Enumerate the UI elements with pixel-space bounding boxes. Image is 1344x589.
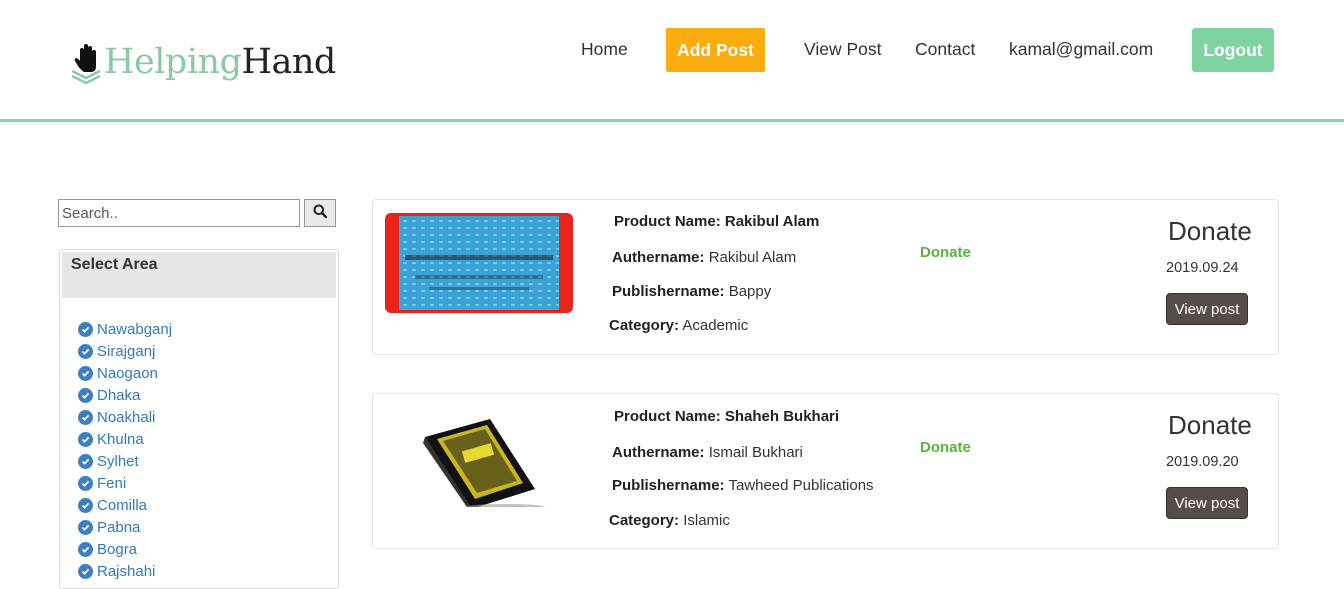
- area-item-noakhali[interactable]: Noakhali: [78, 406, 172, 428]
- post-card: Product Name: Shaheh Bukhari Authername:…: [372, 393, 1279, 549]
- category-label: Category:: [609, 317, 680, 334]
- search-form: [58, 199, 336, 227]
- area-item-label: Pabna: [97, 518, 141, 536]
- area-filter-panel: Select Area Nawabganj Sirajganj Naogaon …: [59, 249, 339, 589]
- product-name-field: Product Name: Rakibul Alam: [614, 213, 819, 230]
- area-item-dhaka[interactable]: Dhaka: [78, 384, 172, 406]
- area-item-label: Bogra: [97, 540, 138, 558]
- author-field: Authername: Rakibul Alam: [612, 249, 796, 266]
- check-circle-icon: [78, 387, 93, 403]
- check-circle-icon: [78, 519, 93, 535]
- area-item-label: Dhaka: [97, 386, 141, 404]
- search-input[interactable]: [58, 199, 300, 227]
- publisher-label: Publishername:: [612, 477, 725, 494]
- search-icon: [313, 204, 328, 223]
- area-item-label: Naogaon: [97, 364, 158, 382]
- check-circle-icon: [78, 409, 93, 425]
- check-circle-icon: [78, 563, 93, 579]
- product-name-value: Rakibul Alam: [724, 213, 820, 230]
- area-item-comilla[interactable]: Comilla: [78, 494, 172, 516]
- donate-link[interactable]: Donate: [920, 244, 971, 261]
- nav-contact[interactable]: Contact: [915, 39, 975, 60]
- area-item-sirajganj[interactable]: Sirajganj: [78, 340, 172, 362]
- author-value: Rakibul Alam: [708, 249, 797, 266]
- search-button[interactable]: [304, 199, 336, 227]
- category-value: Islamic: [683, 512, 730, 529]
- area-item-label: Sirajganj: [97, 342, 156, 360]
- check-circle-icon: [78, 365, 93, 381]
- area-item-khulna[interactable]: Khulna: [78, 428, 172, 450]
- view-post-button[interactable]: View post: [1166, 487, 1248, 519]
- publisher-value: Bappy: [728, 283, 772, 300]
- donate-link[interactable]: Donate: [920, 439, 971, 456]
- donate-title: Donate: [1168, 216, 1252, 246]
- post-date: 2019.09.20: [1166, 454, 1239, 470]
- add-post-button[interactable]: Add Post: [666, 28, 765, 72]
- publisher-label: Publishername:: [612, 283, 725, 300]
- main-nav: Home Add Post View Post Contact kamal@gm…: [0, 28, 1344, 72]
- area-item-nawabganj[interactable]: Nawabganj: [78, 318, 172, 340]
- publisher-value: Tawheed Publications: [728, 477, 874, 494]
- area-item-label: Noakhali: [97, 408, 156, 426]
- logout-button[interactable]: Logout: [1192, 28, 1274, 72]
- area-item-bogra[interactable]: Bogra: [78, 538, 172, 560]
- publisher-field: Publishername: Tawheed Publications: [612, 477, 874, 494]
- area-item-label: Sylhet: [97, 452, 139, 470]
- area-item-rajshahi[interactable]: Rajshahi: [78, 560, 172, 582]
- area-item-naogaon[interactable]: Naogaon: [78, 362, 172, 384]
- category-field: Category: Islamic: [609, 512, 730, 529]
- book-cover-image[interactable]: [385, 213, 573, 313]
- donate-title: Donate: [1168, 410, 1252, 440]
- author-label: Authername:: [612, 444, 705, 461]
- nav-view-post[interactable]: View Post: [804, 39, 882, 60]
- site-header: HelpingHand Home Add Post View Post Cont…: [0, 0, 1344, 122]
- nav-user-email[interactable]: kamal@gmail.com: [1009, 39, 1153, 60]
- check-circle-icon: [78, 431, 93, 447]
- area-item-label: Comilla: [97, 496, 148, 514]
- post-card: Product Name: Rakibul Alam Authername: R…: [372, 199, 1279, 355]
- check-circle-icon: [78, 343, 93, 359]
- check-circle-icon: [78, 541, 93, 557]
- area-item-feni[interactable]: Feni: [78, 472, 172, 494]
- area-item-label: Rajshahi: [97, 562, 156, 580]
- product-name-label: Product Name:: [614, 213, 721, 230]
- author-label: Authername:: [612, 249, 705, 266]
- area-item-label: Feni: [97, 474, 127, 492]
- area-list: Nawabganj Sirajganj Naogaon Dhaka Noakha…: [78, 318, 172, 582]
- product-name-field: Product Name: Shaheh Bukhari: [614, 408, 839, 425]
- book-cover-image[interactable]: [385, 407, 573, 513]
- area-panel-title: Select Area: [62, 252, 336, 298]
- check-circle-icon: [78, 321, 93, 337]
- product-name-label: Product Name:: [614, 408, 721, 425]
- check-circle-icon: [78, 475, 93, 491]
- author-field: Authername: Ismail Bukhari: [612, 444, 803, 461]
- post-date: 2019.09.24: [1166, 260, 1239, 276]
- area-item-pabna[interactable]: Pabna: [78, 516, 172, 538]
- area-item-label: Nawabganj: [97, 320, 173, 338]
- category-value: Academic: [682, 317, 749, 334]
- nav-home[interactable]: Home: [581, 39, 628, 60]
- view-post-button[interactable]: View post: [1166, 293, 1248, 325]
- area-item-sylhet[interactable]: Sylhet: [78, 450, 172, 472]
- product-name-value: Shaheh Bukhari: [724, 408, 840, 425]
- area-item-label: Khulna: [97, 430, 144, 448]
- category-field: Category: Academic: [609, 317, 748, 334]
- check-circle-icon: [78, 453, 93, 469]
- category-label: Category:: [609, 512, 680, 529]
- author-value: Ismail Bukhari: [708, 444, 803, 461]
- publisher-field: Publishername: Bappy: [612, 283, 771, 300]
- check-circle-icon: [78, 497, 93, 513]
